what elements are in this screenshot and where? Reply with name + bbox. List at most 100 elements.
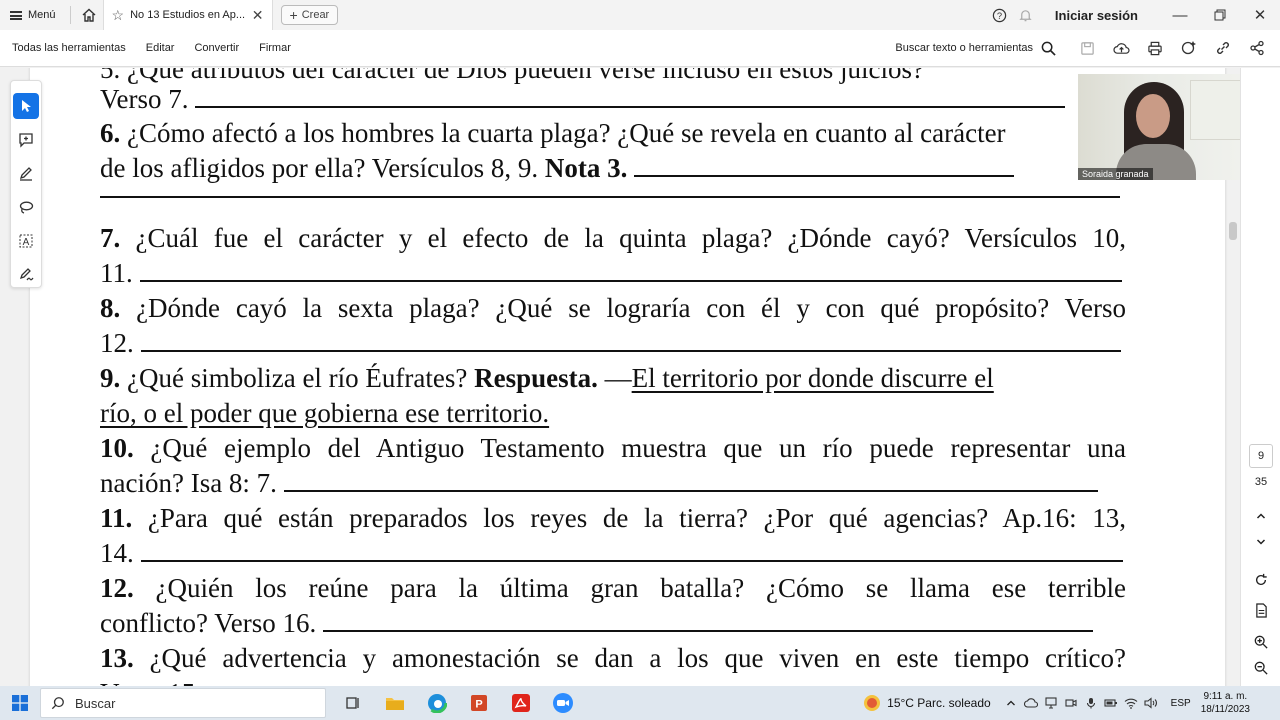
question-9-text: ¿Qué simboliza el río Éufrates? — [127, 363, 468, 393]
windows-logo-icon — [12, 695, 28, 711]
pdf-page: 5. ¿Qué atributos del carácter de Dios p… — [30, 68, 1225, 686]
zoom-app[interactable] — [542, 686, 584, 720]
weather-text: 15°C Parc. soleado — [887, 696, 991, 710]
question-12-line-2: conflicto? Verso 16. — [100, 606, 1126, 640]
zoom-out-icon — [1254, 661, 1268, 675]
comment-plus-icon — [19, 132, 33, 148]
taskbar-search-placeholder: Buscar — [75, 695, 116, 711]
question-10-line-2: nación? Isa 8: 7. — [100, 466, 1126, 500]
question-6-line-1: 6. ¿Cómo afectó a los hombres la cuarta … — [100, 116, 1126, 150]
sign-in-button[interactable]: Iniciar sesión — [1039, 8, 1160, 23]
question-6-number: 6. — [100, 118, 121, 148]
taskbar-search-box[interactable]: Buscar — [40, 688, 326, 718]
search-tools-button[interactable]: Buscar texto o herramientas — [895, 41, 1070, 56]
input-language[interactable]: ESP — [1161, 698, 1201, 709]
zoom-in-icon — [1254, 635, 1268, 649]
powerpoint-app[interactable]: P — [458, 686, 500, 720]
text-tool-button[interactable]: A — [13, 228, 39, 254]
question-8-number: 8. — [100, 293, 121, 323]
home-button[interactable] — [75, 0, 103, 30]
scrollbar-thumb[interactable] — [1229, 222, 1237, 240]
acrobat-app[interactable] — [500, 686, 542, 720]
fill-sign-tool-button[interactable] — [13, 261, 39, 287]
all-tools-menu[interactable]: Todas las herramientas — [0, 42, 136, 54]
edge-browser-app[interactable] — [416, 686, 458, 720]
clock-date: 18/11/2023 — [1200, 704, 1250, 715]
page-thumbnail-button[interactable] — [1251, 600, 1271, 620]
close-window-icon[interactable]: ✕ — [1240, 0, 1280, 30]
answer-blank — [195, 86, 1066, 108]
document-viewer[interactable]: 5. ¿Qué atributos del carácter de Dios p… — [0, 68, 1240, 686]
zoom-out-button[interactable] — [1251, 658, 1271, 678]
select-tool-button[interactable] — [13, 93, 39, 119]
task-view-icon — [346, 697, 359, 709]
save-icon[interactable] — [1070, 41, 1104, 56]
tray-overflow-icon[interactable] — [1001, 698, 1021, 708]
ai-assistant-icon[interactable] — [1172, 40, 1206, 56]
question-6-line-2: de los afligidos por ella? Versículos 8,… — [100, 151, 1126, 185]
close-tab-icon[interactable]: ✕ — [252, 7, 264, 24]
monitor-icon[interactable] — [1041, 697, 1061, 709]
create-button[interactable]: + Crear — [280, 5, 339, 25]
microphone-icon[interactable] — [1081, 697, 1101, 709]
convert-menu[interactable]: Convertir — [184, 42, 249, 54]
lasso-icon — [19, 201, 34, 214]
svg-text:P: P — [475, 699, 482, 711]
comment-tool-button[interactable] — [13, 127, 39, 153]
draw-tool-button[interactable] — [13, 194, 39, 220]
question-11-line-1: 11. ¿Para qué están preparados los reyes… — [100, 501, 1126, 535]
sign-menu[interactable]: Firmar — [249, 42, 301, 54]
question-10-number: 10. — [100, 433, 134, 463]
wifi-icon[interactable] — [1121, 697, 1141, 709]
menu-button[interactable]: Menú — [0, 0, 66, 30]
star-icon[interactable]: ☆ — [112, 7, 125, 24]
question-7-text-2: 11. — [100, 258, 133, 288]
file-explorer-app[interactable] — [374, 686, 416, 720]
hamburger-icon — [10, 10, 22, 20]
answer-blank — [634, 155, 1015, 177]
cloud-icon[interactable] — [1021, 698, 1041, 708]
page-down-button[interactable] — [1251, 532, 1271, 552]
video-camera-icon[interactable] — [1061, 697, 1081, 709]
svg-text:A: A — [23, 237, 30, 248]
weather-alert-icon — [864, 695, 881, 711]
question-13-text: ¿Qué advertencia y amonestación se dan a… — [149, 643, 1126, 673]
question-7-line-1: 7. ¿Cuál fue el carácter y el efecto de … — [100, 221, 1126, 255]
maximize-icon[interactable] — [1200, 0, 1240, 30]
share-icon[interactable] — [1240, 40, 1274, 56]
left-tool-rail: A — [10, 80, 42, 288]
cursor-arrow-icon — [22, 99, 31, 112]
battery-icon[interactable] — [1101, 698, 1121, 708]
highlight-tool-button[interactable] — [13, 160, 39, 186]
question-6-note: Nota 3. — [544, 153, 628, 183]
question-10-text-2: nación? Isa 8: 7. — [100, 468, 277, 498]
question-10-line-1: 10. ¿Qué ejemplo del Antiguo Testamento … — [100, 431, 1126, 465]
system-clock[interactable]: 9:11 a. m. 18/11/2023 — [1201, 690, 1280, 716]
rotate-button[interactable] — [1251, 570, 1271, 590]
answer-rule — [100, 196, 1120, 198]
help-icon[interactable]: ? — [987, 8, 1013, 23]
page-up-button[interactable] — [1251, 506, 1271, 526]
task-view-button[interactable] — [332, 686, 374, 720]
speaker-icon[interactable] — [1141, 697, 1161, 709]
right-panel: 9 35 — [1229, 68, 1280, 686]
zoom-in-button[interactable] — [1251, 632, 1271, 652]
edit-menu[interactable]: Editar — [136, 42, 185, 54]
question-13-line-2: Verso 15. — [100, 676, 1126, 686]
question-7-text: ¿Cuál fue el carácter y el efecto de la … — [135, 223, 1127, 253]
upload-cloud-icon[interactable] — [1104, 41, 1138, 56]
bell-icon[interactable] — [1013, 8, 1039, 23]
weather-widget[interactable]: 15°C Parc. soleado — [863, 694, 1001, 712]
question-9-answer-2: río, o el poder que gobierna ese territo… — [100, 398, 550, 428]
video-call-overlay[interactable]: Soraida granada — [1078, 74, 1264, 180]
answer-blank — [140, 330, 1121, 352]
minimize-icon[interactable]: — — [1160, 0, 1200, 30]
question-12-line-1: 12. ¿Quién los reúne para la última gran… — [100, 571, 1126, 605]
question-8-line-1: 8. ¿Dónde cayó la sexta plaga? ¿Qué se l… — [100, 291, 1126, 325]
link-icon[interactable] — [1206, 40, 1240, 56]
document-tab[interactable]: ☆ No 13 Estudios en Ap... ✕ — [102, 0, 273, 30]
print-icon[interactable] — [1138, 41, 1172, 56]
current-page-input[interactable]: 9 — [1249, 444, 1273, 468]
question-10-text: ¿Qué ejemplo del Antiguo Testamento mues… — [150, 433, 1127, 463]
start-button[interactable] — [0, 695, 40, 711]
